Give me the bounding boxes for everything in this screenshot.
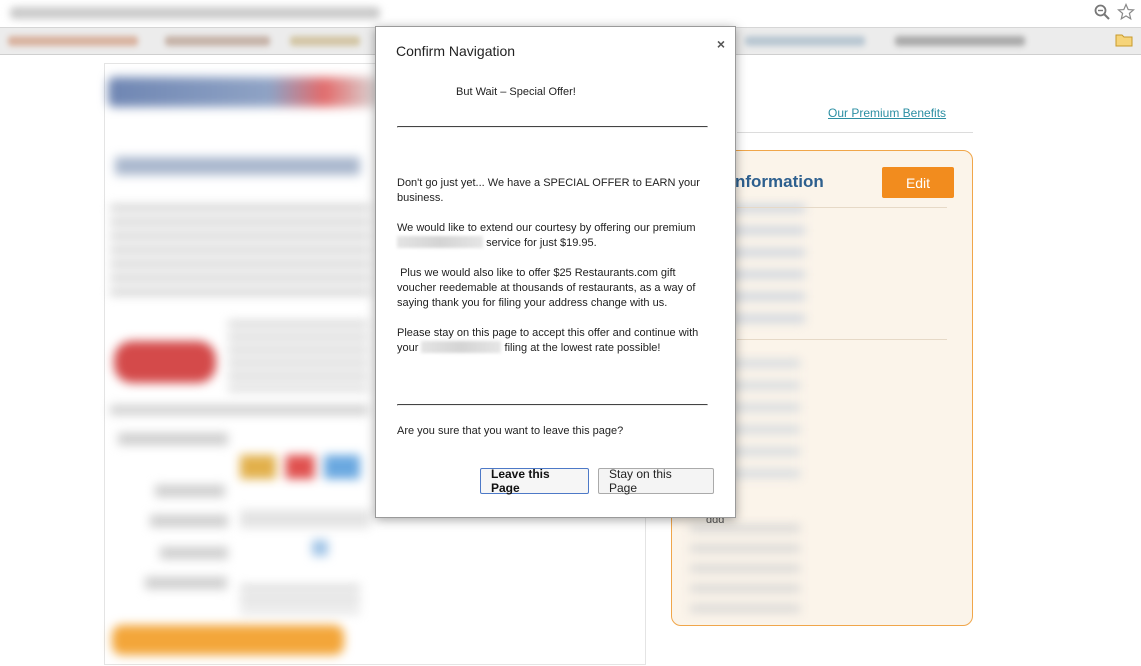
checkbox[interactable] [312, 540, 328, 556]
form-label [118, 433, 228, 445]
form-label [160, 547, 228, 559]
edit-button[interactable]: Edit [882, 167, 954, 198]
dialog-title: Confirm Navigation [396, 43, 516, 59]
redacted-service-name [421, 341, 502, 353]
url-text-redacted [10, 7, 380, 19]
info-divider [737, 207, 947, 208]
card-logos [240, 455, 360, 479]
bookmark-item[interactable] [895, 36, 1025, 46]
leave-page-button[interactable]: Leave this Page [480, 467, 589, 495]
address-bar[interactable] [0, 0, 1141, 28]
body-text-block [228, 321, 368, 391]
offer-paragraph-1: Don't go just yet... We have a SPECIAL O… [397, 177, 700, 204]
offer-paragraph-4: Please stay on this page to accept this … [397, 326, 715, 356]
bookmark-item[interactable] [8, 36, 138, 46]
bookmark-item[interactable] [290, 36, 360, 46]
stay-page-button[interactable]: Stay on this Page [598, 467, 714, 495]
form-label [155, 485, 225, 497]
bookmark-item[interactable] [745, 36, 865, 46]
offer-paragraph-3: Plus we would also like to offer $25 Res… [397, 267, 699, 309]
star-icon[interactable] [1117, 3, 1135, 21]
form-label [150, 515, 228, 527]
dialog-message: But Wait – Special Offer! Don't go just … [397, 85, 715, 439]
info-text-block [690, 525, 800, 615]
confirm-navigation-dialog: Confirm Navigation × But Wait – Special … [375, 26, 736, 518]
folder-icon[interactable] [1115, 33, 1133, 47]
form-label [145, 577, 227, 589]
bookmark-item[interactable] [165, 36, 270, 46]
offer-paragraph-2: We would like to extend our courtesy by … [397, 221, 715, 251]
form-field[interactable] [240, 585, 360, 613]
body-text-line [110, 405, 368, 415]
offer-heading: But Wait – Special Offer! [456, 86, 576, 98]
zoom-icon[interactable] [1093, 3, 1111, 21]
close-icon[interactable]: × [717, 36, 725, 52]
form-field[interactable] [240, 510, 370, 528]
info-divider [737, 339, 947, 340]
body-text-block [110, 205, 370, 295]
promo-badge [114, 341, 216, 383]
p2-text-start: We would like to extend our courtesy by … [397, 222, 696, 234]
p4-text-end: filing at the lowest rate possible! [504, 342, 661, 354]
information-title: nformation [735, 172, 824, 191]
p2-text-end: service for just $19.95. [486, 237, 597, 249]
leave-question: Are you sure that you want to leave this… [397, 425, 624, 437]
premium-benefits-link[interactable]: Our Premium Benefits [828, 106, 946, 120]
submit-button[interactable] [112, 625, 344, 655]
redacted-service-name [397, 236, 483, 248]
site-logo [108, 77, 378, 107]
section-heading [115, 157, 360, 175]
